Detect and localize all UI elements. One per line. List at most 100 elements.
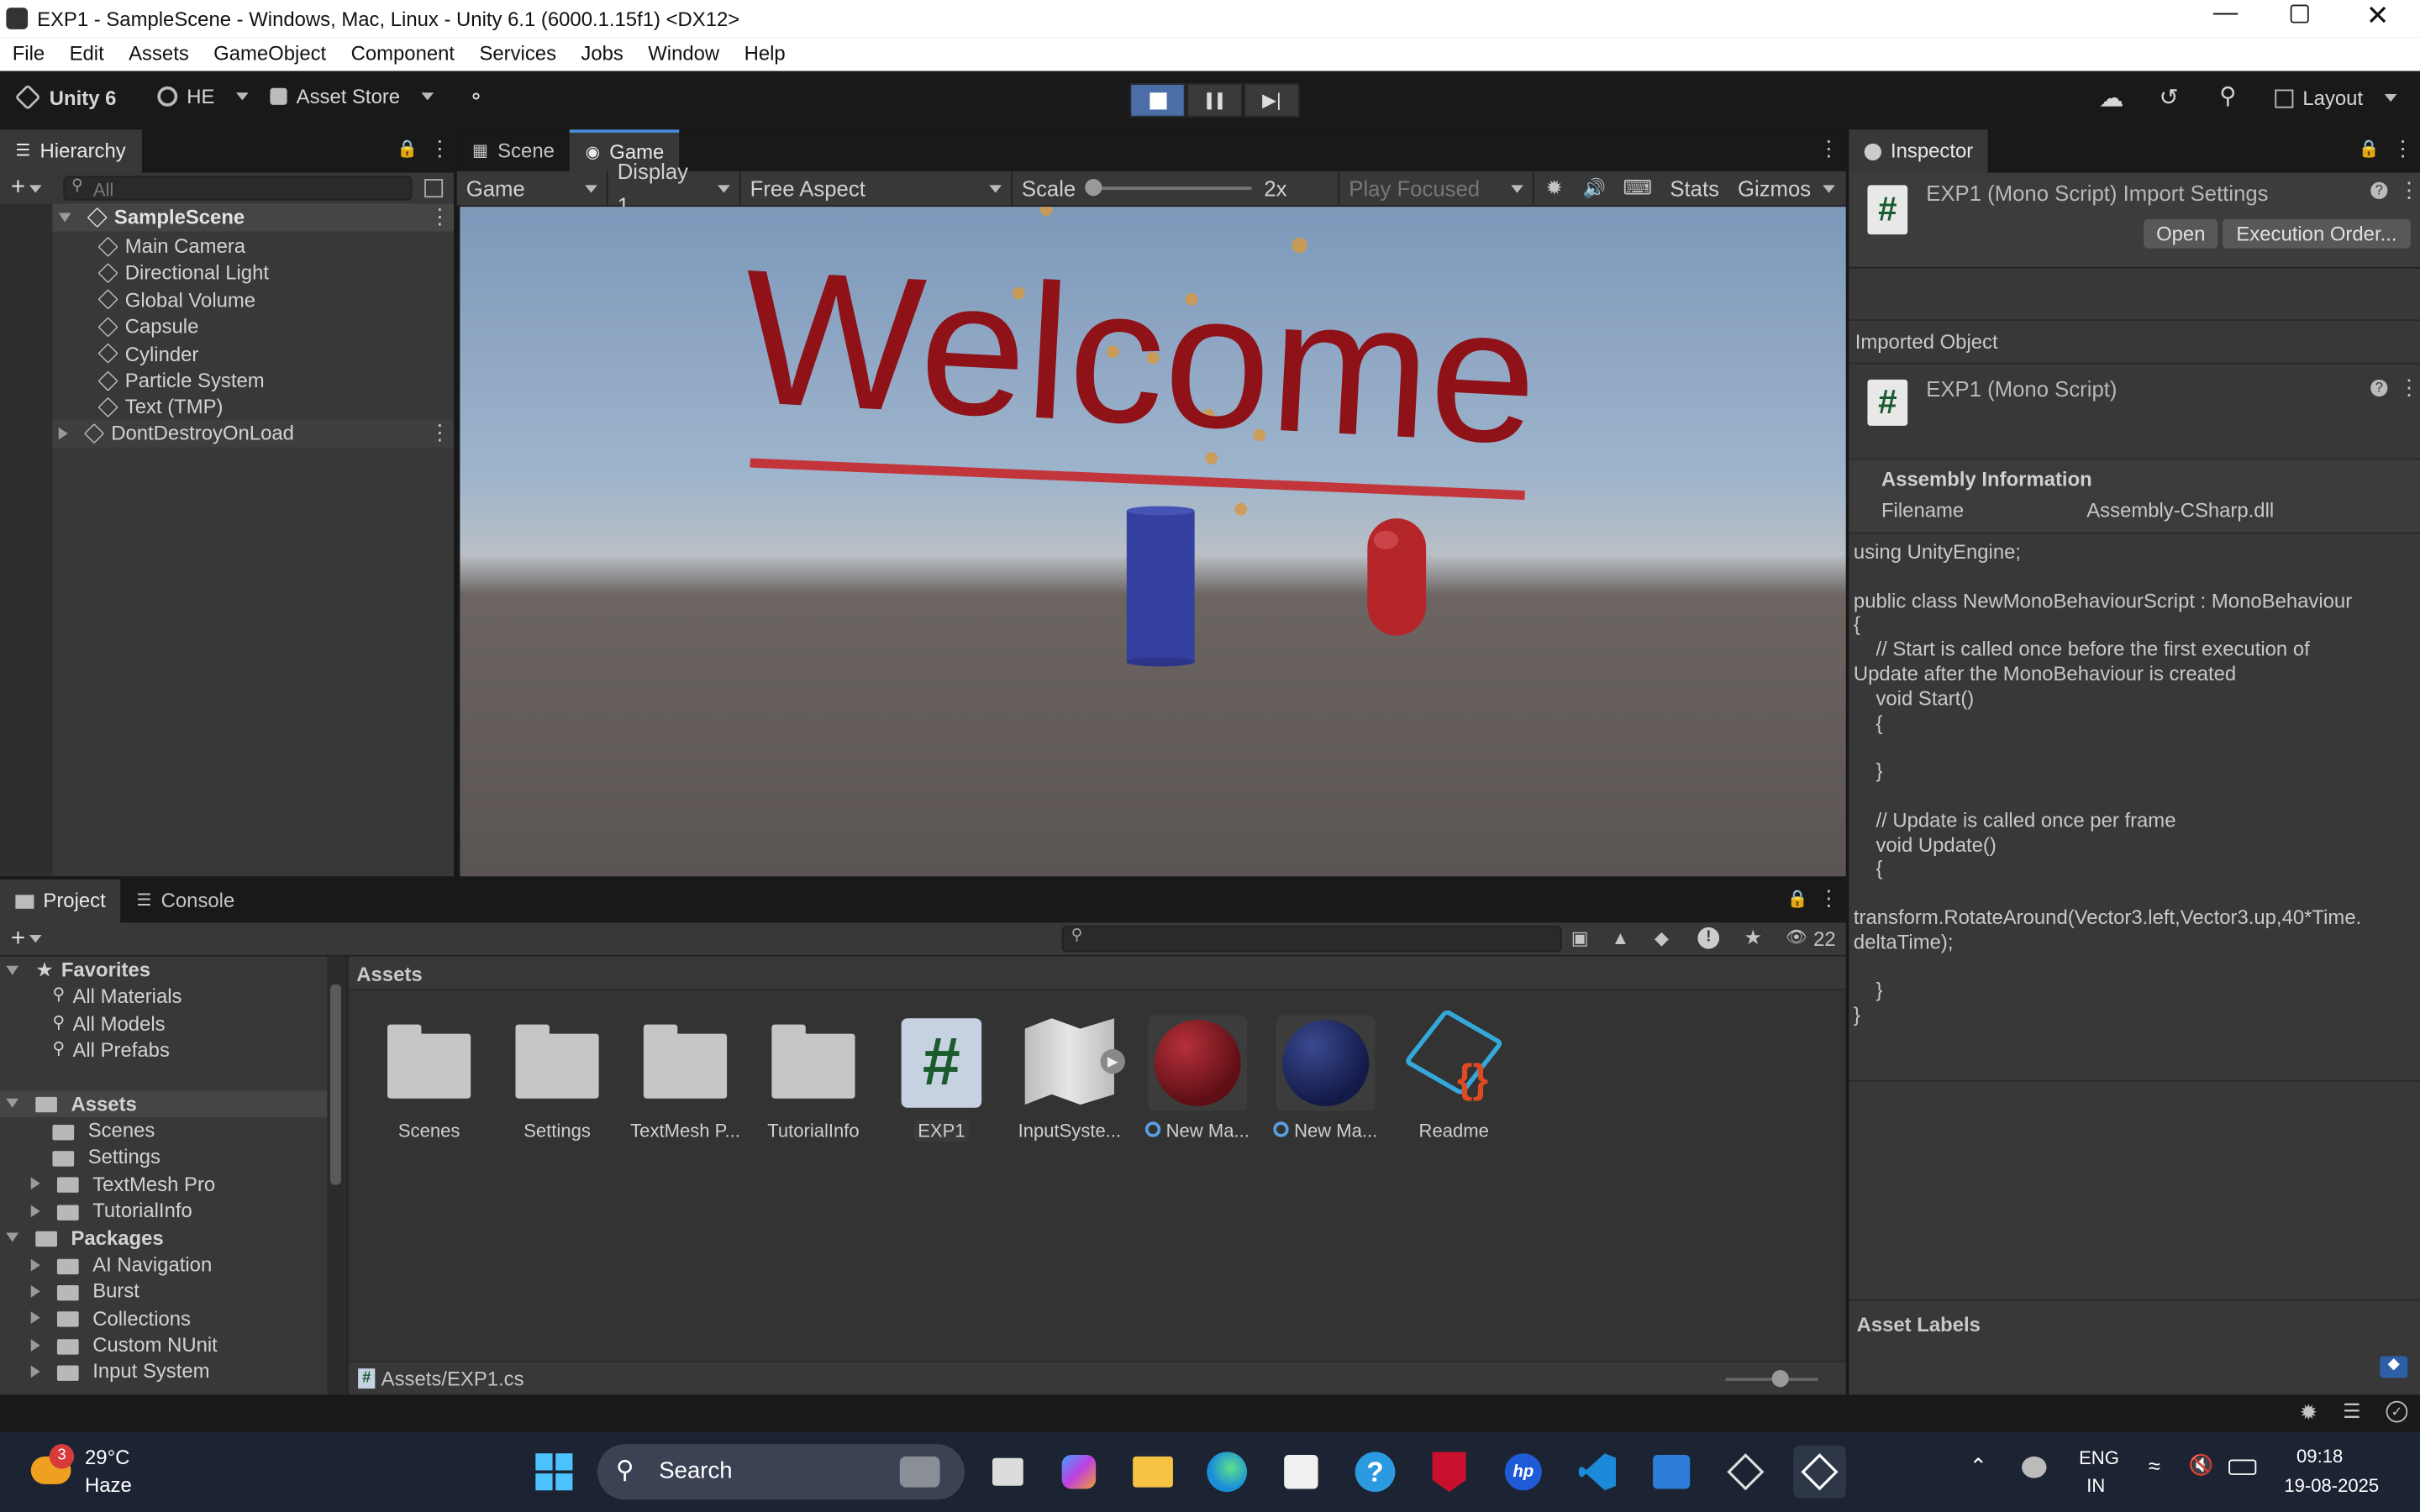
asset-item[interactable]: TextMesh P... <box>623 1016 747 1142</box>
list-item[interactable]: Settings <box>0 1144 327 1171</box>
close-button[interactable]: ✕ <box>2366 0 2390 33</box>
minimize-button[interactable]: — <box>2213 0 2238 28</box>
version-control-icon[interactable]: ⚬ <box>468 85 485 109</box>
scene-kebab-icon[interactable]: ⋮ <box>429 203 451 229</box>
unity-brand[interactable]: Unity 6 <box>14 84 116 111</box>
gizmos-dropdown[interactable]: Gizmos <box>1728 171 1845 205</box>
menu-component[interactable]: Component <box>339 37 467 71</box>
asset-item-selected[interactable]: # EXP1 <box>880 1016 1003 1142</box>
list-item[interactable]: Scenes <box>0 1117 327 1144</box>
edge-button[interactable] <box>1201 1446 1253 1498</box>
language-line2[interactable]: IN <box>2086 1475 2105 1497</box>
scrollbar-thumb[interactable] <box>330 984 341 1185</box>
list-item[interactable]: Input System <box>0 1358 327 1385</box>
tray-chevron-icon[interactable]: ⌃ <box>1970 1453 1988 1479</box>
kebab-menu-icon[interactable]: ⋮ <box>1818 885 1840 911</box>
history-icon[interactable]: ↺ <box>2160 83 2179 111</box>
list-item[interactable]: Global Volume <box>97 286 454 313</box>
expand-arrow-icon[interactable] <box>58 212 71 222</box>
keyboard-icon[interactable]: ⌨ <box>1614 176 1660 200</box>
favorite-star-icon[interactable]: ★ <box>1744 926 1762 950</box>
add-dropdown-icon[interactable] <box>29 935 43 943</box>
volume-muted-icon[interactable]: 🔇 <box>2188 1453 2213 1478</box>
execution-order-button[interactable]: Execution Order... <box>2222 218 2411 249</box>
game-viewport[interactable]: Welcome <box>460 207 1846 877</box>
collapse-arrow-icon[interactable] <box>30 1338 40 1352</box>
bug-icon[interactable]: ✹ <box>1534 176 1575 200</box>
tree-scrollbar[interactable] <box>327 956 346 1395</box>
play-focused-dropdown[interactable]: Play Focused <box>1339 171 1534 206</box>
taskbar-search[interactable]: ⚲ Search <box>597 1444 965 1500</box>
menu-jobs[interactable]: Jobs <box>569 37 636 71</box>
aspect-dropdown[interactable]: Free Aspect <box>741 171 1013 206</box>
clock-time[interactable]: 09:18 <box>2296 1446 2343 1467</box>
scale-slider[interactable] <box>1085 179 1252 197</box>
display-dropdown[interactable]: Display 1 <box>608 159 741 218</box>
collapse-arrow-icon[interactable] <box>30 1311 40 1325</box>
collapse-arrow-icon[interactable] <box>58 427 68 439</box>
collapse-arrow-icon[interactable] <box>30 1258 40 1271</box>
expand-arrow-icon[interactable] <box>6 1099 19 1109</box>
asset-item[interactable]: TutorialInfo <box>751 1016 875 1142</box>
expand-arrow-icon[interactable] <box>6 965 19 975</box>
search-by-type-icon[interactable]: ▣ <box>1571 927 1589 949</box>
hierarchy-search-field[interactable]: ⚲ All <box>63 176 413 201</box>
menu-window[interactable]: Window <box>636 37 732 71</box>
pause-button[interactable] <box>1186 83 1243 118</box>
list-item[interactable]: Particle System <box>97 367 454 394</box>
tab-project[interactable]: Project <box>0 879 122 923</box>
hidden-packages-icon[interactable]: 👁 <box>1786 927 1807 948</box>
weather-widget[interactable]: 3 <box>28 1444 83 1499</box>
list-item[interactable]: ⚲ All Prefabs <box>0 1037 327 1064</box>
kebab-menu-icon[interactable]: ⋮ <box>2392 136 2414 162</box>
add-icon[interactable]: + <box>11 175 25 202</box>
step-button[interactable]: ▶| <box>1244 83 1300 118</box>
list-item[interactable]: TutorialInfo <box>0 1198 327 1225</box>
menu-assets[interactable]: Assets <box>116 37 201 71</box>
tab-console[interactable]: ☰ Console <box>121 879 250 922</box>
copilot-button[interactable] <box>1053 1446 1105 1498</box>
lock-icon[interactable]: 🔒 <box>2359 139 2380 159</box>
layout-dropdown[interactable]: Layout <box>2275 87 2396 109</box>
check-icon[interactable]: ✓ <box>2386 1400 2408 1423</box>
list-item[interactable]: AI Navigation <box>0 1251 327 1278</box>
scene-visibility-icon[interactable] <box>424 179 444 198</box>
packages-root[interactable]: Packages <box>0 1224 327 1251</box>
list-item[interactable]: Directional Light <box>97 260 454 286</box>
account-dropdown[interactable]: HE <box>157 85 248 108</box>
script-kebab-icon[interactable]: ⋮ <box>2398 375 2420 401</box>
mcafee-button[interactable] <box>1423 1446 1475 1498</box>
scene-row[interactable]: SampleScene ⋮ <box>52 203 454 232</box>
hp-button[interactable]: hp <box>1497 1446 1549 1498</box>
start-button[interactable] <box>528 1446 580 1498</box>
menu-gameobject[interactable]: GameObject <box>201 37 338 71</box>
open-button[interactable]: Open <box>2144 218 2218 249</box>
menu-edit[interactable]: Edit <box>57 37 117 71</box>
unity-hub-button[interactable] <box>1719 1446 1771 1498</box>
help-app-button[interactable]: ? <box>1349 1446 1401 1498</box>
clock-date[interactable]: 19-08-2025 <box>2284 1475 2379 1497</box>
collapse-arrow-icon[interactable] <box>30 1205 40 1217</box>
slider-thumb[interactable] <box>1771 1370 1789 1388</box>
list-item[interactable]: Collections <box>0 1305 327 1331</box>
tab-scene[interactable]: ▦ Scene <box>457 129 571 172</box>
asset-item[interactable]: Scenes <box>367 1016 491 1142</box>
lock-icon[interactable]: 🔒 <box>1787 889 1808 909</box>
menu-file[interactable]: File <box>0 37 57 71</box>
list-item[interactable]: Cylinder <box>97 340 454 367</box>
debug-icon[interactable]: ✹ <box>2300 1399 2318 1425</box>
vscode-button[interactable] <box>1571 1446 1623 1498</box>
add-icon[interactable]: + <box>11 925 25 953</box>
list-item[interactable]: Text (TMP) <box>97 394 454 421</box>
tag-icon[interactable]: ◆ <box>2380 1356 2408 1378</box>
audio-icon[interactable]: 🔊 <box>1574 177 1614 199</box>
asset-item[interactable]: {} Readme <box>1392 1008 1516 1142</box>
list-item[interactable]: Burst <box>0 1278 327 1305</box>
stats-button[interactable]: Stats <box>1660 171 1728 205</box>
assets-root[interactable]: Assets <box>0 1089 328 1117</box>
filter-type-icon[interactable]: ▲ <box>1612 927 1630 949</box>
log-filter-icon[interactable]: ! <box>1697 927 1720 949</box>
asset-item[interactable]: ▶ InputSyste... <box>1007 1016 1131 1142</box>
menu-services[interactable]: Services <box>467 37 569 71</box>
zoom-slider[interactable] <box>1725 1370 1818 1388</box>
